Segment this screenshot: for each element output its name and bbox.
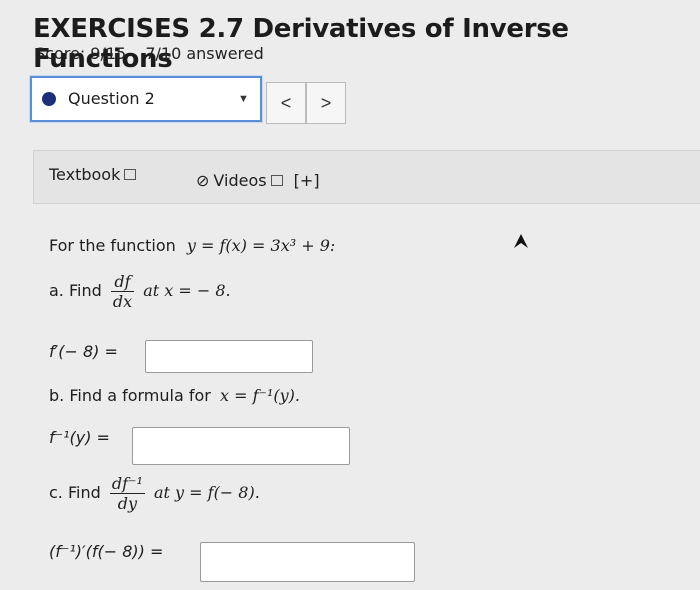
caret-down-icon: ▼ [238, 93, 249, 105]
external-link-icon [270, 175, 283, 186]
score-line: Score: 9/15 7/10 answered [35, 44, 278, 63]
function-expression: y = f(x) = 3x³ + 9: [186, 236, 336, 255]
previous-question-button[interactable]: < [266, 82, 306, 124]
part-c-answer-label: (f⁻¹)′(f(− 8)) = [49, 542, 164, 561]
part-a-prompt: a. Find df dx at x = − 8. [49, 272, 231, 311]
part-a-answer-label: f′(− 8) = [49, 342, 118, 361]
fraction-numerator: df⁻¹ [109, 474, 145, 494]
resources-bar: Textbook ⊘ Videos [+] [33, 150, 700, 204]
part-b-expression: x = f⁻¹(y). [219, 386, 300, 405]
part-c-answer-input[interactable] [200, 542, 415, 582]
textbook-link[interactable]: Textbook [49, 165, 137, 184]
external-link-icon [124, 169, 137, 180]
part-a-suffix: at x = − 8. [143, 281, 231, 300]
fraction-denominator: dx [112, 292, 133, 311]
part-c-prefix: c. Find [49, 483, 101, 502]
part-a-fraction: df dx [110, 272, 135, 311]
mouse-cursor-icon [514, 234, 528, 248]
expand-videos-button[interactable]: [+] [294, 171, 320, 190]
part-b-answer-label: f⁻¹(y) = [49, 428, 110, 447]
fraction-numerator: df [110, 272, 135, 292]
part-b-prompt: b. Find a formula for x = f⁻¹(y). [49, 386, 300, 405]
part-c-suffix: at y = f(− 8). [153, 483, 260, 502]
part-c-fraction: df⁻¹ dy [109, 474, 145, 513]
intro-text: For the function [49, 236, 176, 255]
next-question-button[interactable]: > [306, 82, 346, 124]
paperclip-icon: ⊘ [196, 171, 210, 190]
fraction-denominator: dy [117, 494, 137, 513]
status-dot-icon [42, 92, 56, 106]
problem-intro: For the function y = f(x) = 3x³ + 9: [49, 236, 335, 255]
part-b-answer-input[interactable] [132, 427, 350, 465]
part-b-prefix: b. Find a formula for [49, 386, 211, 405]
videos-link[interactable]: ⊘ Videos [+] [196, 171, 320, 190]
score-text: Score: 9/15 [35, 44, 127, 63]
question-select[interactable]: Question 2 ▼ [30, 76, 262, 122]
question-select-label: Question 2 [68, 89, 155, 108]
videos-label: Videos [213, 171, 267, 190]
textbook-label: Textbook [49, 165, 121, 184]
answered-text: 7/10 answered [145, 44, 264, 63]
part-c-prompt: c. Find df⁻¹ dy at y = f(− 8). [49, 474, 260, 513]
part-a-prefix: a. Find [49, 281, 102, 300]
part-a-answer-input[interactable] [145, 340, 313, 373]
